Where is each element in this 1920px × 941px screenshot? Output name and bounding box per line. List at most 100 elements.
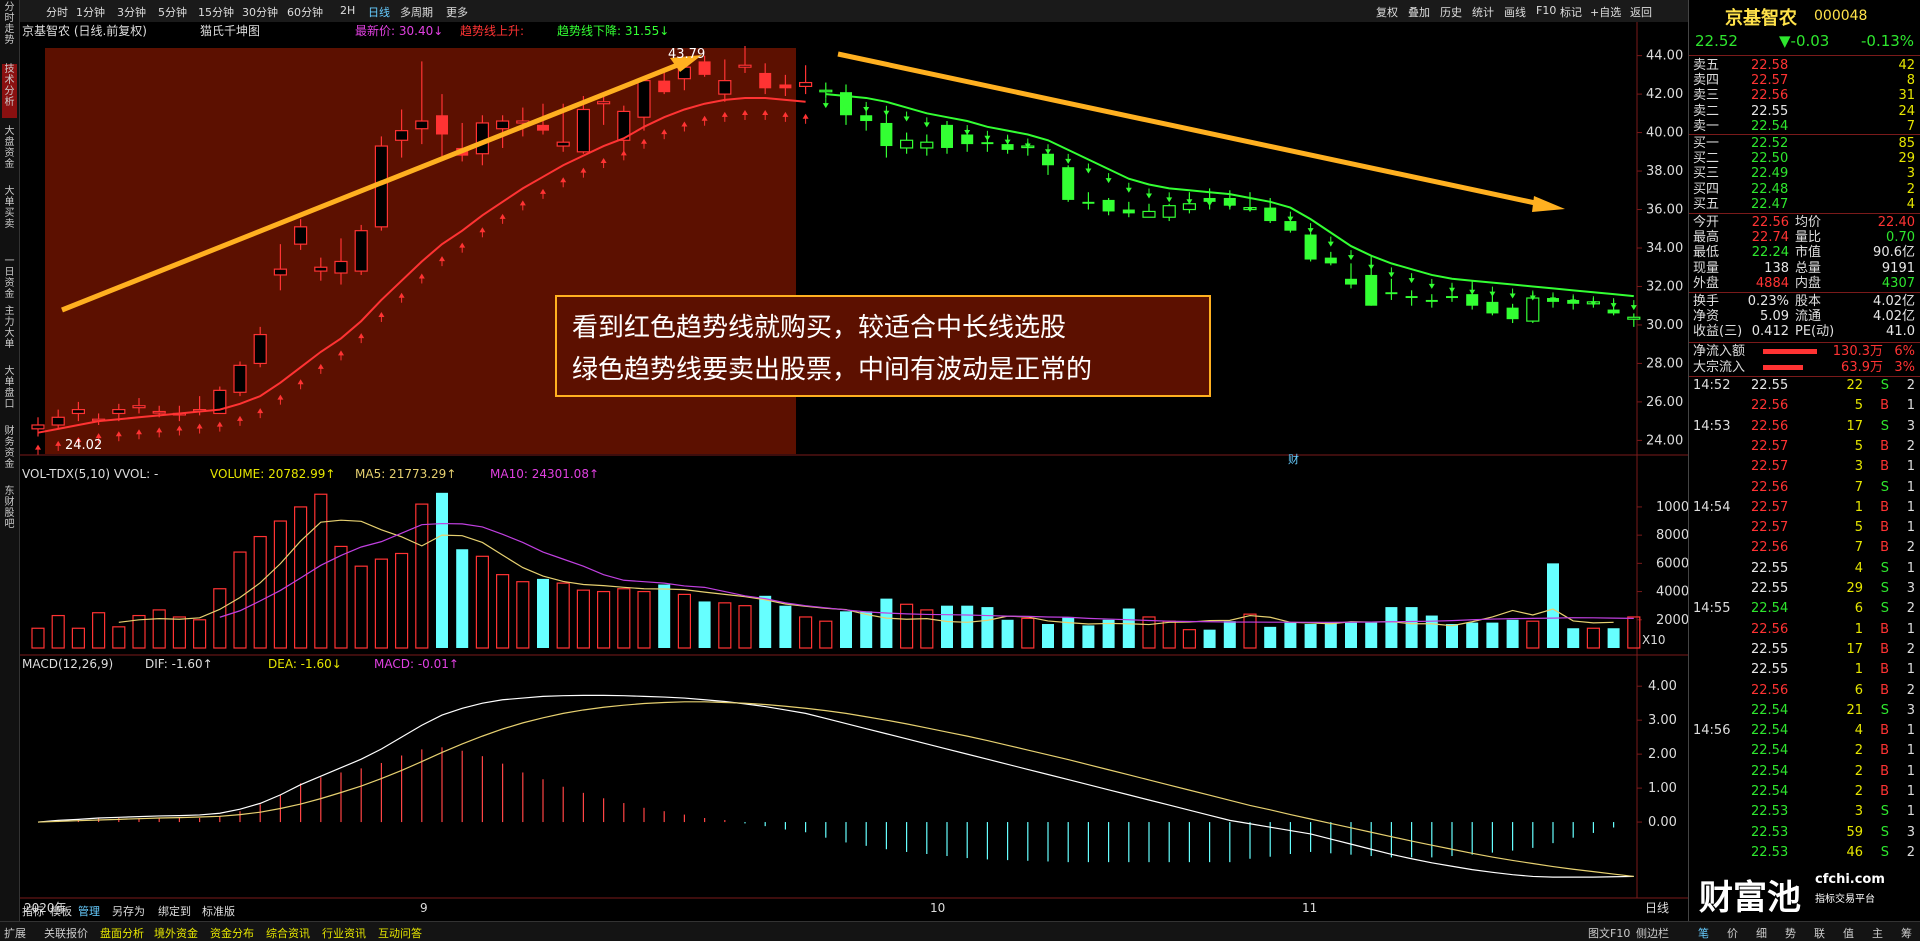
ask-label: 卖三 bbox=[1693, 88, 1720, 104]
period-indicator[interactable]: 日线 bbox=[1645, 901, 1669, 915]
candle-body bbox=[1304, 234, 1317, 260]
bid-volume: 4 bbox=[1906, 196, 1915, 212]
tick-side: S bbox=[1880, 418, 1889, 434]
quote-tab[interactable]: 笔 bbox=[1698, 925, 1709, 941]
volume-indicator-name: VOL-TDX(5,10) VVOL: - bbox=[22, 467, 158, 481]
high-price-label: 43.79 bbox=[668, 47, 705, 62]
volume-bar bbox=[1042, 624, 1054, 648]
tool-standard[interactable]: 标准版 bbox=[202, 904, 235, 918]
candle-body bbox=[51, 416, 65, 426]
stat-label: 股本 bbox=[1795, 294, 1822, 309]
tick-side: B bbox=[1880, 520, 1889, 536]
ask-row: 卖二 22.55 24 bbox=[1689, 104, 1920, 119]
bottom-qa[interactable]: 互动问答 bbox=[378, 925, 422, 941]
tick-side: S bbox=[1880, 581, 1889, 596]
candle-body bbox=[496, 120, 510, 130]
candle-body bbox=[899, 139, 914, 149]
tick-side: B bbox=[1880, 499, 1889, 515]
bottom-fund-distribution[interactable]: 资金分布 bbox=[210, 925, 254, 941]
ask-price: 22.55 bbox=[1751, 103, 1789, 119]
divider bbox=[1689, 292, 1920, 293]
stat-value: 138 bbox=[1764, 260, 1789, 276]
quote-tab[interactable]: 联 bbox=[1814, 925, 1825, 941]
candle-body bbox=[1627, 316, 1641, 320]
stock-name: 京基智农 bbox=[1725, 8, 1797, 29]
macd-tick-label: 4.00 bbox=[1648, 679, 1677, 694]
price-tick-label: 42.00 bbox=[1646, 87, 1683, 102]
bottom-market-analysis[interactable]: 盘面分析 bbox=[100, 925, 144, 941]
tick-volume: 2 bbox=[1854, 763, 1863, 779]
leftbar-market-fund[interactable]: 大盘资金 bbox=[2, 126, 17, 180]
divider bbox=[1689, 134, 1920, 135]
quote-tab[interactable]: 筹 bbox=[1901, 925, 1912, 941]
leftbar-big-order[interactable]: 大单买卖 bbox=[2, 186, 17, 240]
tick-side: B bbox=[1880, 398, 1889, 414]
chart-area[interactable]: 京基智农 (日线.前复权) 猫氏千坤图 最新价: 30.40↓ 趋势线上升: 趋… bbox=[20, 0, 1688, 921]
price-tick-label: 44.00 bbox=[1646, 49, 1683, 64]
tick-price: 22.54 bbox=[1751, 784, 1789, 799]
volume-bar bbox=[698, 601, 711, 648]
tick-price: 22.55 bbox=[1751, 378, 1789, 393]
bottom-related-quote[interactable]: 关联报价 bbox=[44, 925, 88, 941]
candle-body bbox=[1324, 257, 1337, 264]
tick-volume: 3 bbox=[1854, 459, 1863, 475]
tick-time: 14:54 bbox=[1693, 499, 1731, 515]
tool-manage[interactable]: 管理 bbox=[78, 904, 100, 918]
volume-bar bbox=[1324, 622, 1337, 648]
bottom-news[interactable]: 综合资讯 bbox=[266, 925, 310, 941]
tick-count: 1 bbox=[1906, 743, 1915, 759]
stat-label: 流通 bbox=[1795, 309, 1822, 325]
watermark: 财富池 cfchi.com 指标交易平台 bbox=[1689, 868, 1920, 918]
leftbar-forum[interactable]: 东财股吧 bbox=[2, 486, 17, 540]
bottom-foreign-fund[interactable]: 境外资金 bbox=[154, 925, 198, 941]
stat-label: 市值 bbox=[1795, 245, 1822, 261]
tick-row: 22.57 5 B 2 bbox=[1689, 439, 1920, 454]
tick-volume: 7 bbox=[1854, 540, 1863, 556]
tick-price: 22.57 bbox=[1751, 438, 1789, 454]
quote-tab[interactable]: 价 bbox=[1727, 925, 1738, 941]
flow-bar bbox=[1763, 349, 1817, 354]
candle-body bbox=[314, 266, 328, 272]
tick-price: 22.56 bbox=[1751, 682, 1789, 698]
tool-indicator[interactable]: 指标 bbox=[22, 904, 44, 918]
low-price-label: 24.02 bbox=[65, 438, 102, 453]
candle-body bbox=[1001, 144, 1014, 150]
leftbar-finance-fund[interactable]: 财务资金 bbox=[2, 426, 17, 480]
bid-row: 买四 22.48 2 bbox=[1689, 182, 1920, 197]
tick-time: 14:56 bbox=[1693, 723, 1731, 739]
stat-value: 4.02亿 bbox=[1873, 294, 1915, 309]
leftbar-day-fund[interactable]: 一日资金 bbox=[2, 256, 17, 310]
bid-price: 22.47 bbox=[1751, 196, 1789, 212]
tick-row: 22.55 17 B 2 bbox=[1689, 642, 1920, 657]
bid-label: 买三 bbox=[1693, 166, 1720, 182]
tick-side: B bbox=[1880, 438, 1889, 454]
volume-tick-label: 2000 bbox=[1656, 613, 1688, 628]
quote-tab[interactable]: 细 bbox=[1756, 925, 1767, 941]
candle-body bbox=[860, 115, 873, 122]
ask-label: 卖四 bbox=[1693, 73, 1720, 89]
bid-label: 买四 bbox=[1693, 181, 1720, 197]
leftbar-order-book[interactable]: 大单盘口 bbox=[2, 366, 17, 420]
candle-body bbox=[71, 409, 86, 415]
leftbar-tech[interactable]: 技术分析 bbox=[2, 64, 17, 118]
tool-template[interactable]: 模板 bbox=[50, 904, 72, 918]
quote-tab[interactable]: 主 bbox=[1872, 925, 1883, 941]
tick-side: S bbox=[1880, 804, 1889, 820]
leftbar-main-order[interactable]: 主力大单 bbox=[2, 306, 17, 360]
bottom-expand[interactable]: 扩展 bbox=[4, 925, 26, 941]
quote-tab[interactable]: 势 bbox=[1785, 925, 1796, 941]
bottom-f10[interactable]: 图文F10 bbox=[1588, 925, 1630, 941]
quote-tab[interactable]: 值 bbox=[1843, 925, 1854, 941]
candle-body bbox=[1446, 296, 1458, 299]
x-label-nov: 11 bbox=[1302, 901, 1317, 915]
trend-down-label: 趋势线下降: 31.55↓ bbox=[557, 24, 669, 38]
leftbar-fenshi[interactable]: 分时走势 bbox=[2, 2, 17, 56]
candle-body bbox=[596, 101, 611, 105]
bottom-sidebar[interactable]: 侧边栏 bbox=[1636, 925, 1669, 941]
candle-body bbox=[779, 84, 792, 89]
candle-body bbox=[759, 72, 772, 89]
x-label-sep: 9 bbox=[420, 901, 428, 915]
tool-bind-to[interactable]: 绑定到 bbox=[158, 904, 191, 918]
tool-save-as[interactable]: 另存为 bbox=[112, 904, 145, 918]
bottom-industry-news[interactable]: 行业资讯 bbox=[322, 925, 366, 941]
